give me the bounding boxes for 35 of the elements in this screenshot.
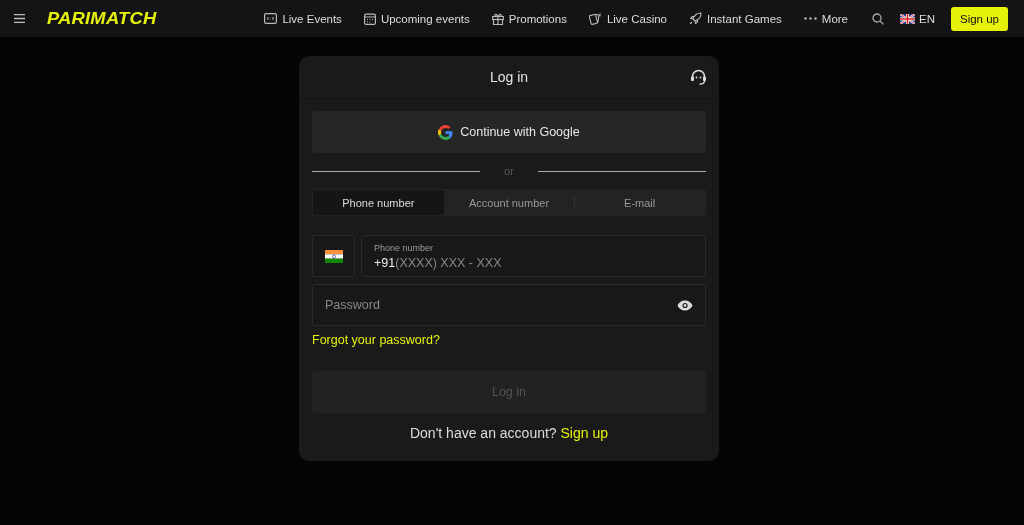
- google-icon: [438, 124, 454, 140]
- eye-icon[interactable]: [677, 299, 693, 311]
- dialog-title: Log in: [489, 69, 529, 85]
- google-button[interactable]: Continue with Google: [312, 111, 706, 153]
- forgot-password-link[interactable]: Forgot your password?: [312, 333, 440, 347]
- country-selector[interactable]: [312, 235, 355, 277]
- nav-link[interactable]: Instant Games: [689, 12, 782, 25]
- logo[interactable]: PARIMATCH: [47, 8, 157, 29]
- login-tab[interactable]: Phone number: [313, 190, 444, 215]
- nav-link[interactable]: Promotions: [491, 12, 567, 25]
- scoreboard-icon: [264, 13, 278, 24]
- nav-link[interactable]: Live Events: [264, 12, 342, 25]
- signup-link[interactable]: Sign up: [560, 425, 608, 441]
- nav-link[interactable]: Upcoming events: [363, 12, 470, 25]
- more-icon: [803, 17, 817, 20]
- headset-icon[interactable]: [690, 69, 707, 85]
- divider-label: or: [502, 165, 516, 177]
- field-label: Phone number: [374, 242, 435, 253]
- menu-icon[interactable]: [14, 14, 25, 23]
- flag-icon[interactable]: [900, 13, 915, 24]
- flag-icon: [324, 249, 343, 263]
- signup-button[interactable]: Sign up: [951, 6, 1008, 31]
- signup-prompt: Don't have an account? Sign up: [408, 425, 609, 441]
- phone-field[interactable]: Phone number +91(XXXX) XXX - XXX: [361, 235, 706, 277]
- cards-icon: [588, 12, 602, 25]
- nav-link[interactable]: Live Casino: [588, 12, 667, 25]
- password-field[interactable]: Password: [312, 284, 706, 326]
- search-icon[interactable]: [872, 12, 884, 25]
- login-tab[interactable]: Account number: [443, 190, 575, 215]
- gift-icon: [491, 12, 504, 25]
- rocket-icon: [689, 12, 702, 25]
- nav-link[interactable]: More: [803, 12, 848, 25]
- login-tab[interactable]: E-mail: [574, 190, 705, 215]
- calendar-icon: [363, 12, 376, 25]
- language-label[interactable]: EN: [919, 12, 935, 25]
